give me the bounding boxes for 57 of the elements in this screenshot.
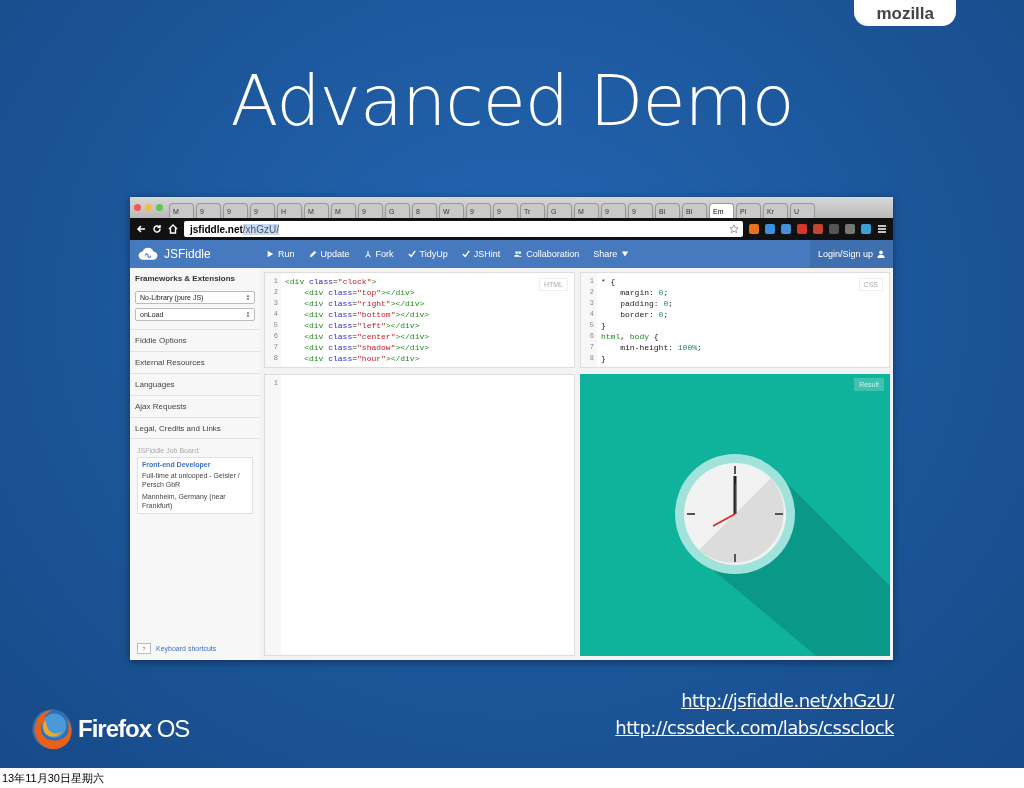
code-line: padding: 0; <box>619 298 674 309</box>
slide-date: 13年11月30日星期六 <box>2 770 104 786</box>
people-icon <box>514 250 523 258</box>
address-field[interactable]: jsfiddle.net/xhGzU/ <box>184 221 743 237</box>
toolbar-button[interactable]: Run <box>260 240 301 268</box>
code-line: <div class="center"></div> <box>303 331 430 342</box>
sidebar-item[interactable]: Legal, Credits and Links <box>130 417 260 439</box>
code-line: <div class="shadow"></div> <box>303 342 430 353</box>
code-line: <div class="clock"> <box>285 276 377 287</box>
code-line: <div class="bottom"></div> <box>303 309 430 320</box>
url-link[interactable]: http://jsfiddle.net/xhGzU/ <box>681 690 894 711</box>
toolbar-button[interactable]: Fork <box>357 240 400 268</box>
pencil-icon <box>308 250 317 258</box>
slide-title: Advanced Demo <box>230 59 794 142</box>
sidebar-item[interactable]: Languages <box>130 373 260 395</box>
toolbar-button[interactable]: JSHint <box>455 240 507 268</box>
login-button[interactable]: Login/Sign up <box>809 240 893 268</box>
cloud-logo-icon <box>138 247 158 261</box>
toolbar-button[interactable]: Update <box>302 240 356 268</box>
reload-icon[interactable] <box>152 224 162 234</box>
sidebar-item[interactable]: Fiddle Options <box>130 329 260 351</box>
url-link[interactable]: http://cssdeck.com/labs/cssclock <box>615 717 894 738</box>
app-logo-text: JSFiddle <box>164 247 211 261</box>
sidebar-heading: Frameworks & Extensions <box>134 274 237 285</box>
code-line: <div class="hour"></div> <box>303 353 420 364</box>
fox-globe-logo-icon <box>30 707 74 751</box>
close-icon[interactable] <box>134 204 141 211</box>
firefox-os-wordmark: Firefox OS <box>78 715 190 743</box>
check-icon <box>461 250 470 258</box>
code-line: border: 0; <box>619 309 669 320</box>
code-line: } <box>601 320 606 331</box>
code-line: <div class="right"></div> <box>303 298 425 309</box>
html-editor[interactable] <box>264 272 575 368</box>
toolbar-button[interactable]: TidyUp <box>401 240 454 268</box>
user-icon <box>877 250 885 258</box>
back-icon[interactable] <box>136 224 146 234</box>
bookmark-star-icon[interactable] <box>729 224 739 234</box>
menu-icon[interactable] <box>877 224 887 234</box>
code-line: * { <box>601 276 616 287</box>
code-line: margin: 0; <box>619 287 669 298</box>
updown-arrows-icon <box>246 311 250 318</box>
code-line: <div class="left"></div> <box>303 320 420 331</box>
fork-icon <box>363 250 372 258</box>
code-line: html, body { <box>601 331 659 342</box>
caret-icon <box>621 250 630 258</box>
mozilla-wordmark: mozilla <box>854 0 956 26</box>
toolbar-button[interactable]: Share <box>587 240 636 268</box>
home-icon[interactable] <box>168 224 178 234</box>
updown-arrows-icon <box>246 294 250 301</box>
play-icon <box>266 250 274 258</box>
code-line: } <box>601 353 606 364</box>
sidebar-item[interactable]: Ajax Requests <box>130 395 260 417</box>
sidebar-item[interactable]: External Resources <box>130 351 260 373</box>
code-line: min-height: 100%; <box>619 342 702 353</box>
check-icon <box>407 250 416 258</box>
code-line: <div class="top"></div> <box>303 287 415 298</box>
toolbar-button[interactable]: Collaboration <box>508 240 586 268</box>
